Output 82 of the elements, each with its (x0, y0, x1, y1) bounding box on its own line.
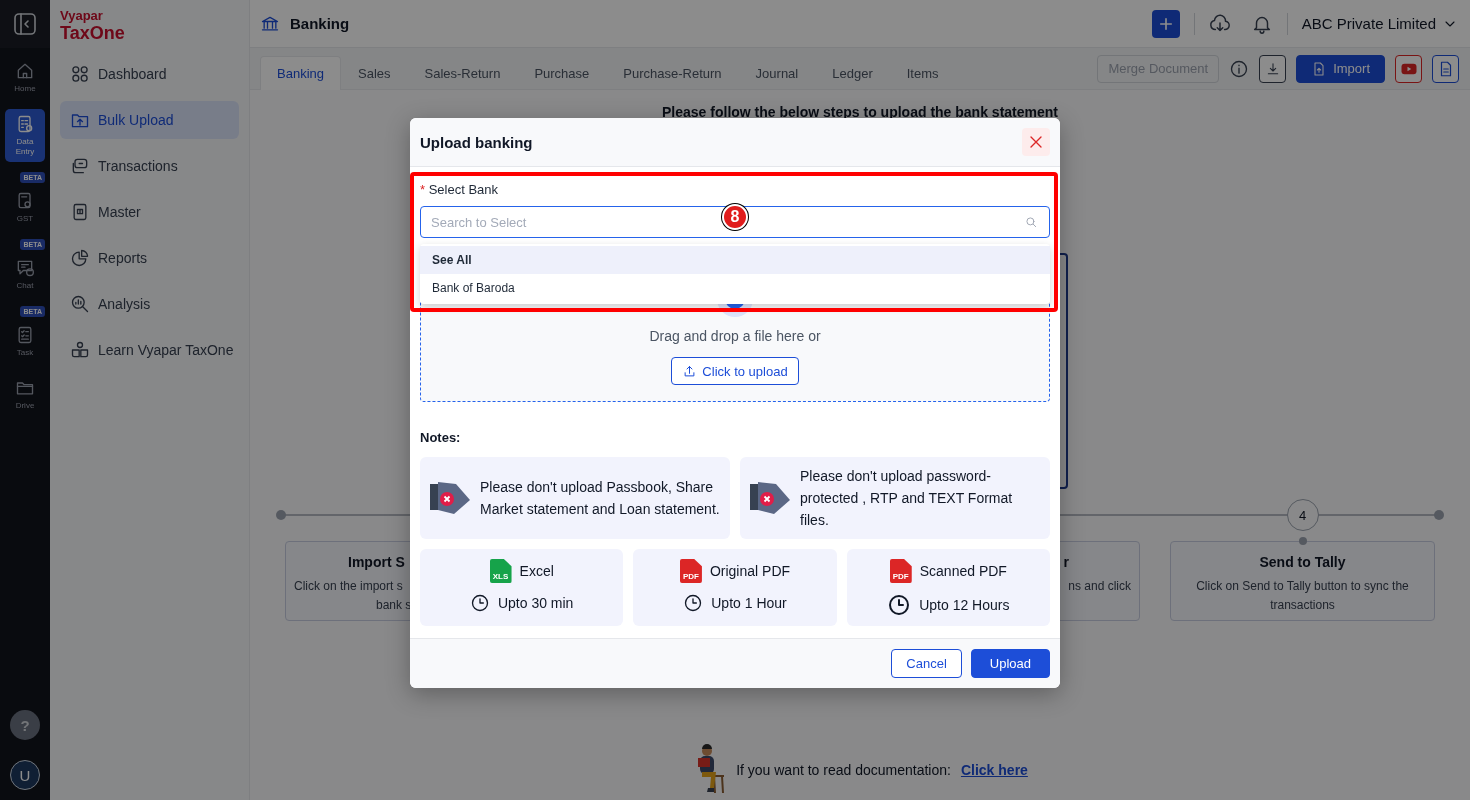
cancel-button[interactable]: Cancel (891, 649, 962, 678)
rail-item[interactable]: GST (5, 186, 45, 229)
import-button[interactable]: Import (1296, 54, 1385, 83)
help-button[interactable]: ? (10, 710, 40, 740)
tab[interactable]: Banking (260, 56, 341, 90)
step-description: Click on the import s (294, 578, 403, 595)
documentation-link[interactable]: Click here (960, 762, 1028, 778)
cards-icon (70, 156, 90, 176)
upload-icon (682, 363, 698, 379)
document-button[interactable] (1432, 54, 1459, 83)
tab[interactable]: Purchase (517, 56, 607, 90)
click-to-upload-button[interactable]: Click to upload (671, 357, 799, 385)
step-description: transactions (1270, 597, 1335, 614)
search-icon (1024, 215, 1038, 229)
sidebar-item[interactable]: Transactions (60, 147, 239, 185)
dialog-title: Upload banking (420, 133, 533, 151)
close-button[interactable] (1022, 128, 1050, 156)
tab[interactable]: Sales-Return (407, 56, 518, 90)
chat-clock-icon (15, 258, 35, 278)
rail-item[interactable]: Drive (5, 373, 45, 416)
add-button[interactable] (1151, 9, 1180, 38)
rail-item[interactable]: Data Entry (5, 109, 45, 162)
pie-chart-icon (70, 248, 90, 268)
file-type-icon: PDF (679, 559, 702, 583)
page-title: Banking (290, 15, 350, 32)
step-description: ns and click (1068, 578, 1131, 595)
note-text: Please don't upload password-protected , RTP and TEXT Format files. (800, 467, 1014, 530)
step-title: Import S (348, 554, 405, 570)
step-description: Click on Send to Tally button to sync the (1196, 578, 1409, 595)
tab[interactable]: Items (889, 56, 956, 90)
tab[interactable]: Ledger (815, 56, 890, 90)
file-type-icon: PDF (889, 559, 912, 583)
format-name: Scanned PDF (919, 563, 1007, 579)
product-name: TaxOne (60, 23, 125, 43)
sidebar-item[interactable]: Master (60, 193, 239, 231)
account-dropdown[interactable]: ABC Private Limited (1301, 15, 1458, 32)
dropdown-option[interactable]: See All (420, 246, 1050, 274)
notes-label: Notes: (420, 430, 462, 445)
file-type-icon: XLS (489, 559, 512, 583)
clock-icon (887, 593, 912, 617)
processing-time: Upto 12 Hours (919, 597, 1010, 613)
clock-icon (683, 593, 704, 613)
instructions-heading: Please follow the below steps to upload the bank statement (661, 104, 1059, 120)
info-button[interactable] (1229, 58, 1250, 79)
connector-dot (1298, 537, 1307, 545)
sidebar-item[interactable]: Bulk Upload (60, 101, 239, 139)
tab[interactable]: Journal (738, 56, 816, 90)
tab[interactable]: Purchase-Return (606, 56, 739, 90)
upload-button[interactable]: Upload (970, 649, 1050, 678)
note-text: Please don't upload Passbook, Share Market statement and Loan statement. (480, 478, 720, 519)
learning-icon (70, 340, 90, 360)
processing-time: Upto 1 Hour (711, 595, 787, 611)
dropdown-option[interactable]: Bank of Baroda (420, 274, 1050, 302)
video-button[interactable] (1395, 54, 1422, 83)
sidebar-item[interactable]: Analysis (60, 285, 239, 323)
user-avatar[interactable]: U (10, 760, 40, 790)
documentation-text: If you want to read documentation: (736, 762, 951, 778)
collapse-sidebar-button[interactable] (13, 12, 37, 36)
step-marker: 8 (722, 204, 748, 230)
processing-time: Upto 30 min (497, 595, 574, 611)
info-icon (1229, 58, 1250, 79)
tab[interactable]: Sales (341, 56, 408, 90)
step-number: 4 (1286, 499, 1319, 531)
step-title: Send to Tally (1259, 554, 1346, 570)
sidebar-item[interactable]: Dashboard (60, 55, 239, 93)
dropzone-text: Drag and drop a file here or (649, 327, 821, 345)
brand-name: Vyapar (60, 8, 103, 23)
rail-item[interactable]: Home (5, 56, 45, 99)
clock-icon (469, 593, 490, 613)
field-label: * Select Bank (420, 181, 500, 199)
sidebar-item[interactable]: Reports (60, 239, 239, 277)
home-icon (15, 61, 35, 81)
analysis-icon (70, 294, 90, 314)
export-button[interactable] (1259, 54, 1287, 83)
rail-item[interactable]: Chat (5, 253, 45, 296)
rail-item[interactable]: Task (5, 320, 45, 363)
format-name: Original PDF (709, 563, 791, 579)
sidebar-toggle-icon (13, 12, 37, 36)
grid-icon (70, 64, 90, 84)
sidebar-item[interactable]: Learn Vyapar TaxOne (60, 331, 239, 369)
format-name: Excel (519, 563, 554, 579)
step-title: r (1063, 554, 1069, 570)
